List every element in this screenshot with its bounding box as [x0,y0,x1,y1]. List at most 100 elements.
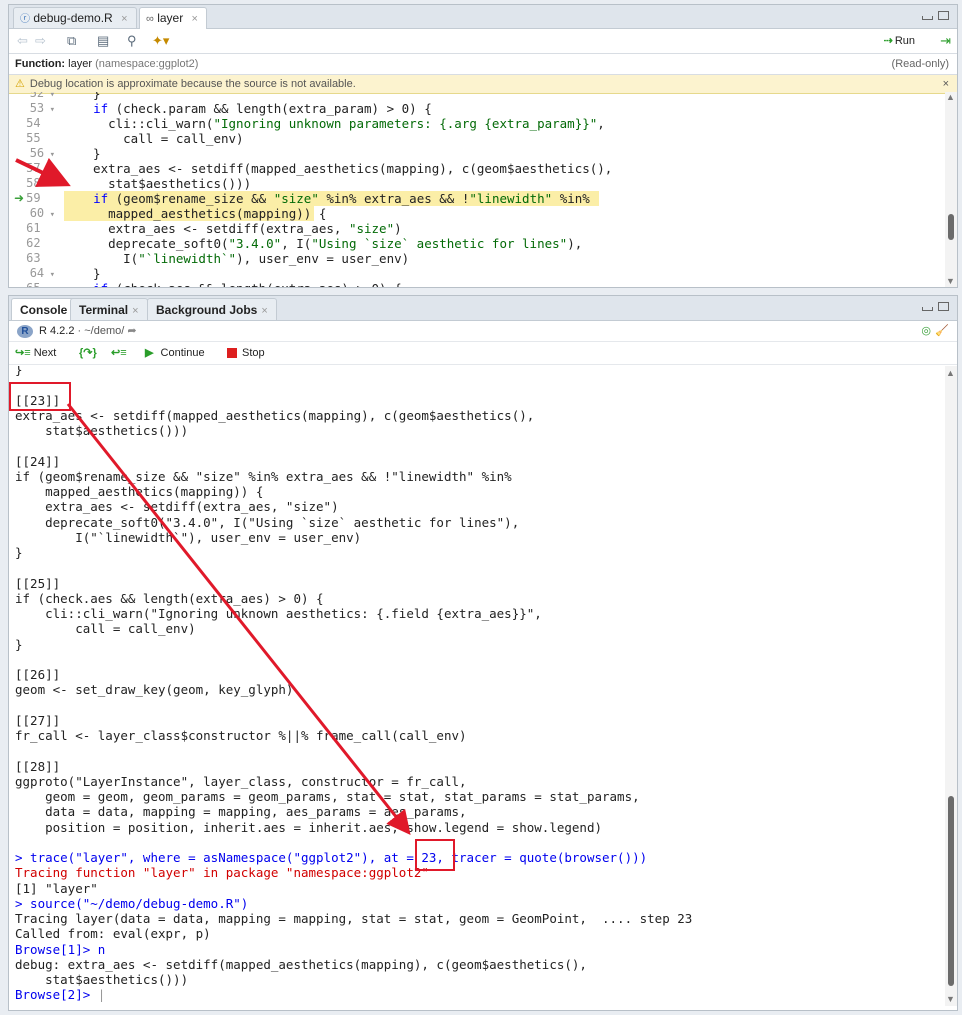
console-line: debug: extra_aes <- setdiff(mapped_aesth… [15,956,587,972]
close-tab-icon[interactable]: × [261,305,267,317]
console-line: call = call_env) [15,621,196,637]
editor-scrollbar[interactable]: ▲ ▼ [945,92,957,287]
scroll-thumb[interactable] [948,796,954,986]
console-line: Tracing function "layer" in package "nam… [15,865,429,881]
console-line: > source("~/demo/debug-demo.R") [15,895,249,911]
maximize-pane-icon[interactable] [938,11,949,20]
r-version-bar: R R 4.2.2 · ~/demo/ ➦ ◎ 🧹 [9,321,957,342]
close-warning-icon[interactable]: × [943,75,949,93]
console-tab-bar: Console Terminal × Background Jobs × [9,296,957,321]
console-output[interactable]: } [[23]] extra_aes <- setdiff(mapped_aesth… [9,366,944,1006]
code-text: if (check.param && length(extra_param) >… [93,101,432,116]
function-label: Function: [15,58,66,70]
line-number: 58 [26,176,55,190]
code-text: if (geom$rename_size && "size" %in% extr… [93,191,590,206]
console-pane: Console Terminal × Background Jobs × R R 4.… [8,295,958,1011]
clear-console-icon[interactable]: 🧹 [935,321,949,341]
annotation-box-step-23 [9,382,71,411]
scroll-up-icon[interactable]: ▲ [946,368,955,378]
code-view[interactable]: 52 ▾ } 53 ▾ if (check.param && length(ext… [9,92,947,288]
console-line: geom <- set_draw_key(geom, key_glyph) [15,682,294,698]
step-into-button[interactable]: {↷} [79,342,97,364]
step-into-icon: {↷} [79,347,97,359]
run-arrow-icon: ⇢ [883,35,893,47]
console-line: if (geom$rename_size && "size" %in% extr… [15,468,512,484]
console-line: > trace("layer", where = asNamespace("gg… [15,850,648,865]
tab-layer[interactable]: ∞ layer × [139,7,207,29]
stop-button[interactable]: Stop [227,342,265,364]
close-tab-icon[interactable]: × [192,13,198,25]
close-tab-icon[interactable]: × [132,305,138,317]
finish-function-button[interactable]: ↩≡ [111,342,127,364]
print-icon[interactable]: ▤ [97,33,109,49]
environment-icon[interactable]: ◎ [921,321,931,341]
show-in-window-icon[interactable]: ⧉ [67,33,76,49]
code-text: stat$aesthetics())) [78,176,252,191]
code-text: deprecate_soft0("3.4.0", I("Using `size`… [78,236,583,251]
code-text: extra_aes <- setdiff(extra_aes, "size") [78,221,402,236]
minimize-pane-icon[interactable] [922,307,933,311]
forward-arrow-icon[interactable]: ⇨ [35,33,46,49]
close-tab-icon[interactable]: × [121,13,127,25]
glasses-icon: ∞ [146,13,154,25]
line-number: 62 [26,236,55,250]
code-text: } [78,92,101,101]
console-line: I("`linewidth`"), user_env = user_env) [15,529,362,545]
console-line: position = position, inherit.aes = inher… [15,819,602,835]
console-line: [1] "layer" [15,880,98,896]
line-number: 61 [26,221,55,235]
tab-console[interactable]: Console [11,298,77,320]
source-icon[interactable]: ⇥ [940,33,951,49]
console-line: [[28]] [15,758,61,774]
console-line: Tracing layer(data = data, mapping = map… [15,911,693,926]
warning-text: Debug location is approximate because th… [29,78,356,90]
console-line: geom = geom, geom_params = geom_params, … [15,789,640,804]
console-line: Called from: eval(expr, p) [15,926,211,942]
goto-directory-icon[interactable]: ➦ [127,325,136,337]
scroll-down-icon[interactable]: ▼ [946,994,955,1004]
console-scrollbar[interactable]: ▲ ▼ [945,366,957,1006]
tab-background-jobs[interactable]: Background Jobs × [147,298,277,320]
scroll-thumb[interactable] [948,214,954,240]
debug-toolbar: ↪≡ Next {↷} ↩≡ ▶ Continue Stop [9,342,957,365]
source-editor-pane: ⓡ debug-demo.R × ∞ layer × ⇦ ⇨ ⧉ ▤ ⚲ ✦▾ … [8,4,958,288]
console-line: extra_aes <- setdiff(extra_aes, "size") [15,499,339,515]
r-logo-icon: R [17,324,33,338]
warning-icon: ⚠ [15,78,25,90]
next-button[interactable]: ↪≡ Next [15,342,56,364]
back-arrow-icon[interactable]: ⇦ [17,33,28,49]
scroll-up-icon[interactable]: ▲ [946,92,955,102]
function-bar: Function: layer (namespace:ggplot2) (Rea… [9,54,957,75]
finish-icon: ↩≡ [111,347,127,359]
annotation-box-at-23 [415,839,455,871]
code-text: } [78,266,101,281]
console-line: data = data, mapping = mapping, aes_para… [15,804,467,820]
console-line: stat$aesthetics())) [15,972,189,987]
r-version: R 4.2.2 [39,325,75,337]
editor-tab-bar: ⓡ debug-demo.R × ∞ layer × [9,5,957,29]
stop-icon [227,348,237,359]
console-line: deprecate_soft0("3.4.0", I("Using `size`… [15,514,520,530]
tab-debug-demo[interactable]: ⓡ debug-demo.R × [13,7,137,28]
r-file-icon: ⓡ [20,14,30,25]
continue-button[interactable]: ▶ Continue [145,342,205,364]
tab-terminal[interactable]: Terminal × [70,298,148,320]
console-line: [[26]] [15,667,61,682]
scroll-down-icon[interactable]: ▼ [946,276,955,286]
maximize-pane-icon[interactable] [938,302,949,311]
magic-wand-icon[interactable]: ✦▾ [152,33,169,49]
working-directory[interactable]: · ~/demo/ [78,325,125,337]
run-button[interactable]: ⇢ Run [884,33,915,49]
console-line: Browse[1]> n [15,941,106,957]
minimize-pane-icon[interactable] [922,16,933,20]
search-icon[interactable]: ⚲ [127,33,137,49]
pane-window-controls [917,11,949,25]
console-line: stat$aesthetics())) [15,423,189,438]
console-line: } [15,366,23,377]
console-line: if (check.aes && length(extra_aes) > 0) … [15,590,324,606]
editor-toolbar: ⇦ ⇨ ⧉ ▤ ⚲ ✦▾ ⇢ Run ⇥ [9,29,957,54]
code-text: call = call_env) [78,131,244,146]
text-cursor[interactable]: | [98,987,106,1002]
readonly-label: (Read-only) [891,58,949,70]
line-number: 65 [26,281,55,288]
